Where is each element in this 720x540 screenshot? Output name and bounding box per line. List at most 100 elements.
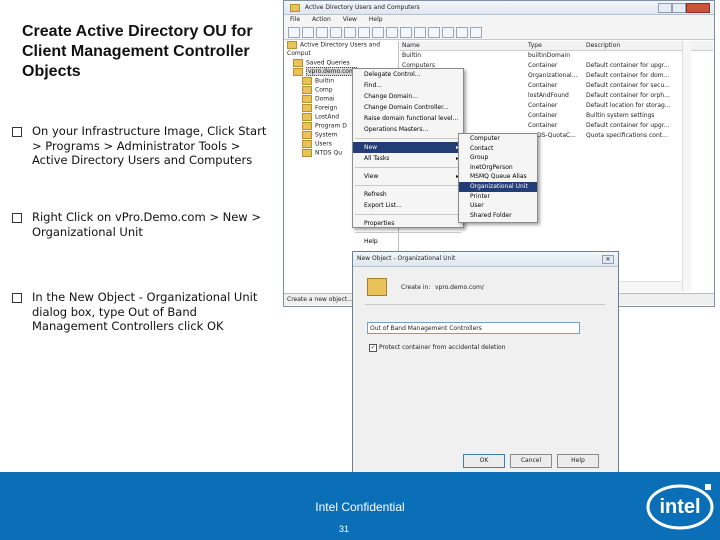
bullet-2: Right Click on vPro.Demo.com > New > Org… <box>12 210 274 239</box>
menu-item-change-dc[interactable]: Change Domain Controller... <box>353 102 463 113</box>
footer-confidential: Intel Confidential <box>315 500 405 514</box>
menu-file[interactable]: File <box>290 16 300 23</box>
submenu-item-contact[interactable]: Contact <box>459 144 537 154</box>
cancel-button[interactable]: Cancel <box>510 454 552 468</box>
up-icon[interactable] <box>316 27 328 38</box>
submenu-item-msmq[interactable]: MSMQ Queue Alias <box>459 172 537 182</box>
footer-band: Intel Confidential 31 intel <box>0 472 720 540</box>
menu-separator <box>355 185 461 186</box>
minimize-icon[interactable] <box>658 3 672 13</box>
bullet-1: On your Infrastructure Image, Click Star… <box>12 124 274 168</box>
back-icon[interactable] <box>288 27 300 38</box>
create-in-label: Create in: <box>401 284 431 291</box>
bullet-text: In the New Object - Organizational Unit … <box>32 290 258 333</box>
aduc-menubar: File Action View Help <box>284 15 714 25</box>
menu-item-all-tasks[interactable]: All Tasks▸ <box>353 153 463 164</box>
menu-item-new[interactable]: New▸ <box>353 142 463 153</box>
domain-icon <box>293 67 303 76</box>
folder-icon <box>302 112 312 121</box>
folder-icon <box>302 139 312 148</box>
slide-title: Create Active Directory OU for Client Ma… <box>22 23 253 80</box>
find-icon[interactable] <box>470 27 482 38</box>
maximize-icon[interactable] <box>672 3 686 13</box>
folder-icon <box>293 58 303 67</box>
user-icon[interactable] <box>414 27 426 38</box>
aduc-toolbar <box>284 25 714 40</box>
folder-icon <box>302 103 312 112</box>
dialog-titlebar: New Object - Organizational Unit ✕ <box>353 252 618 267</box>
cell-type: Container <box>528 82 558 89</box>
close-icon[interactable] <box>686 3 710 13</box>
refresh-icon[interactable] <box>386 27 398 38</box>
bullet-3: In the New Object - Organizational Unit … <box>12 290 274 334</box>
bullet-checkbox-icon <box>12 293 22 303</box>
menu-item-help[interactable]: Help <box>353 236 463 247</box>
aduc-app-icon <box>290 3 300 12</box>
submenu-item-computer[interactable]: Computer <box>459 134 537 144</box>
forward-icon[interactable] <box>302 27 314 38</box>
cell-type: Container <box>528 62 558 69</box>
group-icon[interactable] <box>428 27 440 38</box>
submenu-item-organizational-unit[interactable]: Organizational Unit <box>459 181 537 192</box>
cell-type: Container <box>528 102 558 109</box>
ok-button[interactable]: OK <box>463 454 505 468</box>
name-input-value: Out of Band Management Controllers <box>370 325 482 332</box>
cell-description: Builtin system settings <box>586 112 655 119</box>
context-menu: Delegate Control... Find... Change Domai… <box>352 68 464 245</box>
cell-name: Builtin <box>402 52 422 59</box>
help-icon[interactable] <box>400 27 412 38</box>
page-number: 31 <box>338 524 349 534</box>
menu-item-properties[interactable]: Properties <box>353 218 463 229</box>
help-button[interactable]: Help <box>557 454 599 468</box>
submenu-item-shared-folder[interactable]: Shared Folder <box>459 211 537 221</box>
create-in-value: vpro.demo.com/ <box>435 284 484 291</box>
submenu-item-inetorgperson[interactable]: InetOrgPerson <box>459 163 537 173</box>
menu-action[interactable]: Action <box>312 16 331 23</box>
menu-separator <box>355 214 461 215</box>
ou-icon[interactable] <box>442 27 454 38</box>
intel-logo: intel <box>646 484 714 530</box>
menu-item-refresh[interactable]: Refresh <box>353 189 463 200</box>
menu-item-operations-masters[interactable]: Operations Masters... <box>353 124 463 135</box>
folder-icon <box>302 130 312 139</box>
cell-description: Default container for upgr... <box>586 122 670 129</box>
new-object-dialog: New Object - Organizational Unit ✕ Creat… <box>352 251 619 474</box>
protect-checkbox[interactable]: ✓ <box>369 344 377 352</box>
folder-icon <box>302 85 312 94</box>
aduc-title: Active Directory Users and Computers <box>304 4 420 11</box>
submenu-item-group[interactable]: Group <box>459 153 537 163</box>
menu-item-change-domain[interactable]: Change Domain... <box>353 91 463 102</box>
vertical-scrollbar[interactable] <box>682 41 691 291</box>
table-row[interactable]: Builtin builtinDomain <box>400 51 713 61</box>
menu-item-delegate-control[interactable]: Delegate Control... <box>353 69 463 80</box>
bullet-text: Right Click on vPro.Demo.com > New > Org… <box>32 210 261 239</box>
bullet-checkbox-icon <box>12 213 22 223</box>
column-type[interactable]: Type <box>528 41 542 50</box>
properties-icon[interactable] <box>372 27 384 38</box>
list-header: Name Type Description <box>400 41 713 51</box>
submenu-item-user[interactable]: User <box>459 201 537 211</box>
menu-item-view[interactable]: View▸ <box>353 171 463 182</box>
ou-folder-icon <box>367 278 387 296</box>
menu-item-export-list[interactable]: Export List... <box>353 200 463 211</box>
cut-icon[interactable] <box>344 27 356 38</box>
menu-separator <box>355 167 461 168</box>
tree-icon[interactable] <box>330 27 342 38</box>
delete-icon[interactable] <box>358 27 370 38</box>
column-description[interactable]: Description <box>586 41 620 50</box>
folder-icon <box>302 76 312 85</box>
filter-icon[interactable] <box>456 27 468 38</box>
menu-item-raise-level[interactable]: Raise domain functional level... <box>353 113 463 124</box>
menu-help[interactable]: Help <box>369 16 383 23</box>
tree-item-root[interactable]: Active Directory Users and Comput <box>284 41 398 59</box>
menu-separator <box>355 138 461 139</box>
menu-item-find[interactable]: Find... <box>353 80 463 91</box>
protect-label: Protect container from accidental deleti… <box>379 344 506 351</box>
aduc-titlebar: Active Directory Users and Computers <box>284 1 714 15</box>
menu-view[interactable]: View <box>343 16 357 23</box>
name-input[interactable]: Out of Band Management Controllers <box>367 322 580 334</box>
close-icon[interactable]: ✕ <box>602 255 614 264</box>
cell-description: Default container for upgr... <box>586 62 670 69</box>
column-name[interactable]: Name <box>402 41 420 50</box>
submenu-item-printer[interactable]: Printer <box>459 192 537 202</box>
